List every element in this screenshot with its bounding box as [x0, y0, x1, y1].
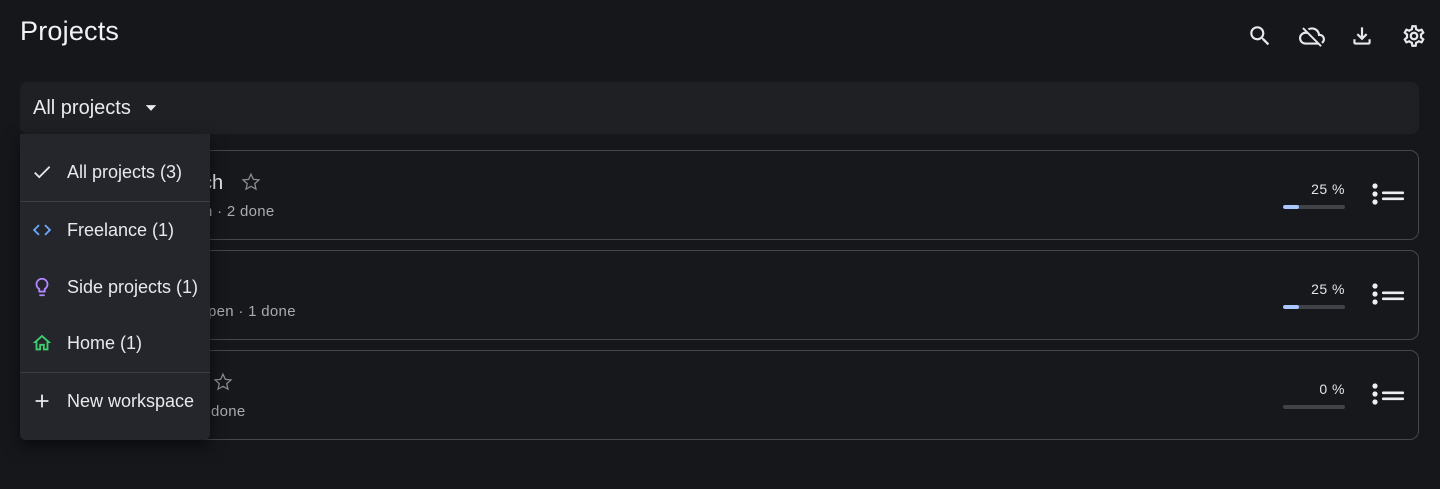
progress-bar [1283, 405, 1345, 409]
home-icon [31, 332, 53, 354]
workspace-filter-bar: All projects [20, 82, 1419, 134]
menu-item-all-projects[interactable]: All projects (3) [20, 148, 210, 196]
menu-item-label: Freelance (1) [67, 219, 175, 240]
download-icon [1353, 27, 1371, 45]
page-title: Projects [20, 16, 120, 46]
project-meta: n · 2 done [204, 203, 275, 220]
menu-item-label: Side projects (1) [67, 276, 199, 297]
list-menu-icon [1372, 183, 1404, 205]
cloud-off-button[interactable] [1296, 20, 1328, 52]
progress-percent: 0 % [1319, 381, 1345, 397]
menu-item-new-workspace[interactable]: New workspace [20, 377, 210, 425]
list-menu-icon [1372, 383, 1404, 405]
plus-icon [31, 390, 53, 412]
progress-fill [1283, 305, 1299, 309]
project-card[interactable]: pen · 1 done 25 % [20, 250, 1419, 340]
progress-bar [1283, 305, 1345, 309]
star-icon[interactable] [212, 371, 234, 393]
search-icon [1250, 26, 1270, 46]
project-card[interactable]: done 0 % [20, 350, 1419, 440]
menu-item-home[interactable]: Home (1) [20, 319, 210, 367]
menu-item-freelance[interactable]: Freelance (1) [20, 206, 210, 254]
code-icon [31, 219, 53, 241]
settings-button[interactable] [1398, 20, 1430, 52]
project-actions-button[interactable] [1367, 381, 1407, 409]
lightbulb-icon [31, 276, 53, 298]
caret-down-icon [144, 101, 158, 115]
menu-item-label: Home (1) [67, 332, 143, 353]
project-card[interactable]: ch n · 2 done 25 % [20, 150, 1419, 240]
progress-percent: 25 % [1311, 281, 1345, 297]
cloud-off-icon [1299, 27, 1325, 47]
menu-divider [20, 372, 210, 373]
project-meta: pen · 1 done [208, 303, 296, 320]
menu-divider [20, 201, 210, 202]
project-meta: done [211, 403, 246, 420]
project-actions-button[interactable] [1367, 181, 1407, 209]
star-icon[interactable] [240, 171, 262, 193]
workspace-dropdown-menu: All projects (3) Freelance (1) Side proj… [20, 134, 210, 440]
progress-fill [1283, 205, 1299, 209]
menu-item-label: New workspace [67, 390, 195, 411]
progress-percent: 25 % [1311, 181, 1345, 197]
project-actions-button[interactable] [1367, 281, 1407, 309]
menu-item-label: All projects (3) [67, 161, 183, 182]
search-button[interactable] [1244, 20, 1276, 52]
workspace-filter-label: All projects [33, 96, 131, 119]
workspace-filter-select[interactable]: All projects [33, 94, 158, 122]
progress-bar [1283, 205, 1345, 209]
gear-icon [1403, 25, 1425, 47]
check-icon [31, 161, 53, 183]
list-menu-icon [1372, 283, 1404, 305]
projects-page: Projects All projects ch n · 2 done 25 % [0, 0, 1440, 489]
menu-item-side-projects[interactable]: Side projects (1) [20, 263, 210, 311]
download-button[interactable] [1346, 20, 1378, 52]
